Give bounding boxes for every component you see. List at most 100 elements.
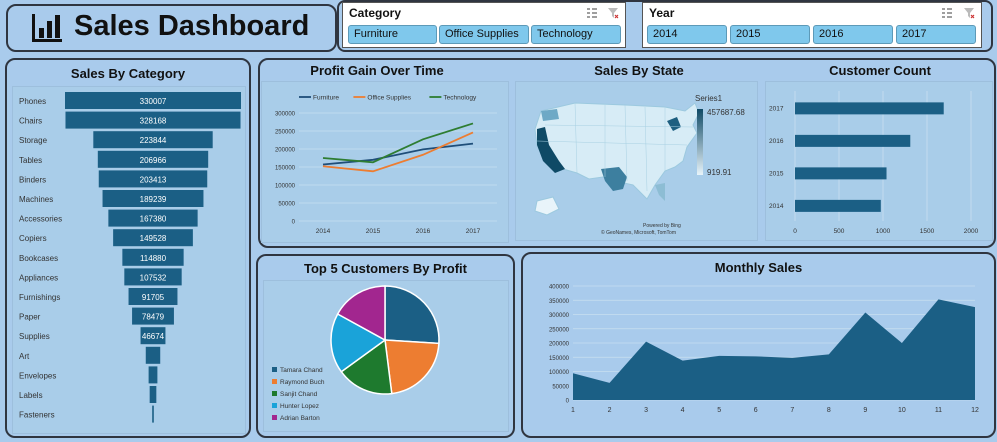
y-tick-label: 2014 [769,203,784,210]
y-tick-label: 50000 [278,202,295,208]
multi-select-icon[interactable] [941,7,953,19]
category-label: Chairs [19,117,42,126]
x-tick-label: 2014 [316,228,331,235]
category-data-label: 330007 [140,97,167,106]
year-2015-button[interactable]: 2015 [730,25,810,44]
category-label: Binders [19,175,46,184]
customer-count-bar [795,199,881,212]
customer-count-bar [795,167,887,180]
category-office-supplies-button[interactable]: Office Supplies [439,25,529,44]
page-title: Sales Dashboard [74,10,310,42]
category-data-label: 328168 [140,117,167,126]
category-data-label: 203413 [140,175,167,184]
category-label: Envelopes [19,371,56,380]
category-label: Phones [19,97,46,106]
legend-label: Furniture [313,95,339,102]
y-tick-label: 2016 [769,138,784,145]
category-data-label: 78479 [142,313,165,322]
category-data-label: 223844 [140,136,167,145]
category-data-label: 149528 [140,234,167,243]
legend-label: Tamara Chand [280,367,323,374]
map-legend-max: 457687.68 [707,108,745,117]
bar-chart-icon [32,14,62,42]
top-customers-chart: Tamara Chand Raymond Buch Sanjit Chand Hunt… [272,285,440,422]
map-attribution-sources: © GeoNames, Microsoft, TomTom [601,229,676,236]
x-tick-label: 500 [834,228,845,235]
category-label: Machines [19,195,53,204]
top-customers-panel: Top 5 Customers By Profit Tamara Chand Ra… [256,254,515,438]
y-tick-label: 150000 [275,166,296,172]
year-2016-button[interactable]: 2016 [813,25,893,44]
customer-count-bar [795,102,944,115]
x-tick-label: 8 [827,407,831,414]
alaska-shape [534,196,560,216]
category-slicer-label: Category [349,6,402,20]
washington-shape [541,109,559,121]
y-tick-label: 50000 [552,384,569,390]
y-tick-label: 2015 [769,170,784,177]
map-attribution-bing: Powered by Bing [643,223,681,229]
multi-select-icon[interactable] [586,7,598,19]
series-line [322,131,474,173]
x-tick-label: 2016 [416,228,431,235]
y-tick-label: 250000 [275,130,296,136]
sales-by-category-chart: Phones 330007 Chairs 328168 Storage 223844 Tab… [19,92,241,423]
legend-swatch [272,403,277,408]
pie-slice [384,285,440,345]
x-tick-label: 3 [644,407,648,414]
legend-swatch [272,379,277,384]
y-tick-label: 150000 [549,356,570,362]
category-label: Bookcases [19,254,58,263]
customer-count-title: Customer Count [829,63,931,78]
x-tick-label: 9 [863,407,867,414]
pie-slice [384,339,440,395]
year-2014-button[interactable]: 2014 [647,25,727,44]
category-data-label: 107532 [140,273,167,282]
x-tick-label: 4 [681,407,685,414]
map-legend-min: 919.91 [707,168,732,177]
category-bar [148,366,158,384]
category-technology-button[interactable]: Technology [531,25,621,44]
legend-swatch [272,415,277,420]
florida-shape [655,183,665,201]
x-tick-label: 2015 [366,228,381,235]
category-bar [149,386,157,403]
x-tick-label: 2017 [466,228,481,235]
legend-label: Office Supplies [367,95,411,102]
x-tick-label: 2 [608,407,612,414]
y-tick-label: 100000 [549,370,570,376]
y-tick-label: 300000 [275,112,296,118]
x-tick-label: 1500 [920,228,935,235]
category-label: Fasteners [19,411,55,420]
x-tick-label: 5 [717,407,721,414]
year-2017-button[interactable]: 2017 [896,25,976,44]
category-bar [152,405,154,423]
y-tick-label: 100000 [275,184,296,190]
category-furniture-button[interactable]: Furniture [348,25,437,44]
y-tick-label: 300000 [549,313,570,319]
category-data-label: 114880 [140,254,167,263]
clear-filter-icon[interactable] [607,7,619,19]
header-panel: Sales Dashboard [6,4,337,52]
customer-count-bar [795,134,911,147]
legend-label: Hunter Lopez [280,403,319,410]
year-slicer: Year 2014 2015 2016 2017 [642,2,982,48]
legend-swatch [272,391,277,396]
sales-by-state-map: Series1 457687.68 919.91 Powered by Bing… [534,94,745,236]
category-data-label: 189239 [140,195,167,204]
category-data-label: 206966 [140,156,167,165]
category-label: Appliances [19,273,58,282]
x-tick-label: 7 [790,407,794,414]
category-label: Tables [19,156,42,165]
y-tick-label: 200000 [549,342,570,348]
y-tick-label: 350000 [549,299,570,305]
map-legend-title: Series1 [695,94,723,103]
profit-gain-chart: 0 50000 100000 150000 200000 250000 300000 2014… [275,95,497,235]
x-tick-label: 0 [793,228,797,235]
category-label: Art [19,352,30,361]
category-label: Furnishings [19,293,60,302]
clear-filter-icon[interactable] [963,7,975,19]
x-tick-label: 11 [935,407,942,414]
series-line [322,142,474,166]
legend-label: Technology [443,95,477,102]
